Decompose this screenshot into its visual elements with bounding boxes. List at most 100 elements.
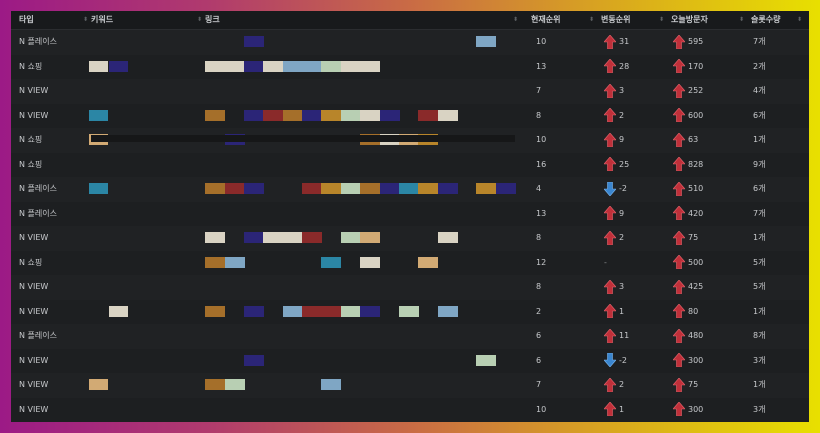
link-block[interactable] [205,379,225,390]
table-row[interactable]: N VIEW 2 1 80 1개 [11,299,809,325]
header-visitors[interactable]: 오늘방문자 ⬍ [671,11,747,29]
header-link-label: 링크 [205,15,220,24]
table-row[interactable]: N VIEW 8 3 425 5개 [11,275,809,301]
link-block[interactable] [438,109,458,121]
link-block[interactable] [496,183,516,194]
table-row[interactable]: N 쇼핑 12 - 500 5개 [11,250,809,276]
link-block[interactable] [380,109,400,121]
link-block[interactable] [244,109,264,121]
table-header: 타입 ⬍ 키워드 ⬍ 링크 ⬍ 현재순위 ⬍ 변동순위 ⬍ 오늘방문자 ⬍ 슬롯… [11,11,809,30]
table-row[interactable]: N 쇼핑 13 28 170 2개 [11,54,809,80]
link-block[interactable] [283,60,303,72]
link-block[interactable] [321,183,341,194]
link-block[interactable] [283,305,303,317]
link-block[interactable] [205,109,225,121]
link-block[interactable] [263,232,283,243]
table-row[interactable]: N VIEW 6 -2 300 3개 [11,348,809,374]
link-block[interactable] [205,183,225,194]
header-change[interactable]: 변동순위 ⬍ [601,11,667,29]
link-block[interactable] [244,183,264,194]
link-block[interactable] [205,60,225,72]
link-block[interactable] [283,109,303,121]
link-block[interactable] [438,232,458,243]
visitors-value: 80 [688,306,699,316]
link-block[interactable] [360,256,380,268]
link-block[interactable] [341,183,361,194]
link-block[interactable] [244,60,264,72]
link-block[interactable] [225,379,245,390]
arrow-up-icon [673,132,685,147]
table-row[interactable]: N VIEW 10 1 300 3개 [11,397,809,422]
table-row[interactable]: N VIEW 7 2 75 1개 [11,373,809,399]
link-block[interactable] [321,60,341,72]
link-block[interactable] [225,60,245,72]
table-row[interactable]: N 플레이스 13 9 420 7개 [11,201,809,227]
header-rank[interactable]: 현재순위 ⬍ [531,11,597,29]
link-block[interactable] [205,305,225,317]
change-cell: 1 [604,300,624,324]
type-cell: N 쇼핑 [19,257,43,267]
link-block[interactable] [263,109,283,121]
table-row[interactable]: N 플레이스 10 31 595 7개 [11,30,809,56]
link-block[interactable] [302,305,322,317]
sort-icon: ⬍ [658,16,664,23]
header-type[interactable]: 타입 ⬍ [19,11,91,29]
table-row[interactable]: N VIEW 8 2 75 1개 [11,226,809,252]
link-block[interactable] [225,256,245,268]
link-block[interactable] [360,60,380,72]
link-block[interactable] [244,232,264,243]
link-block[interactable] [205,256,225,268]
link-block[interactable] [341,305,361,317]
link-block[interactable] [302,232,322,243]
link-block[interactable] [341,109,361,121]
header-keyword[interactable]: 키워드 ⬍ [91,11,205,29]
link-block[interactable] [438,305,458,317]
link-block[interactable] [476,36,496,47]
change-value: 28 [619,61,630,71]
link-block[interactable] [263,60,283,72]
link-block[interactable] [244,354,264,366]
link-block[interactable] [283,232,303,243]
change-cell: 9 [604,128,624,152]
arrow-up-icon [673,402,685,416]
table-row[interactable]: N VIEW 7 3 252 4개 [11,79,809,105]
link-block[interactable] [341,232,361,243]
link-block[interactable] [399,305,419,317]
link-block[interactable] [321,305,341,317]
hover-strip [91,135,515,142]
header-slots[interactable]: 슬롯수량 ⬍ [751,11,805,29]
link-block[interactable] [302,109,322,121]
link-block[interactable] [321,109,341,121]
link-block[interactable] [418,183,438,194]
link-block[interactable] [341,60,361,72]
link-block[interactable] [205,232,225,243]
link-block[interactable] [360,232,380,243]
arrow-up-icon [673,304,685,318]
table-row[interactable]: N VIEW 8 2 600 6개 [11,103,809,129]
link-block[interactable] [418,109,438,121]
link-block[interactable] [302,183,322,194]
link-block[interactable] [360,305,380,317]
link-block[interactable] [476,183,496,194]
link-block[interactable] [476,354,496,366]
change-value: 31 [619,37,630,46]
table-row[interactable]: N 플레이스 6 11 480 8개 [11,324,809,350]
link-block[interactable] [225,183,245,194]
link-block[interactable] [360,109,380,121]
link-block[interactable] [244,36,264,47]
link-block[interactable] [244,305,264,317]
header-link[interactable]: 링크 ⬍ [205,11,521,29]
table-row[interactable]: N 플레이스 4 -2 510 6개 [11,177,809,203]
visitors-cell: 75 [673,226,698,250]
link-block[interactable] [360,183,380,194]
link-block[interactable] [418,256,438,268]
table-row[interactable]: N 쇼핑 16 25 828 9개 [11,152,809,178]
link-block[interactable] [399,183,419,194]
link-block[interactable] [321,379,341,390]
link-block[interactable] [302,60,322,72]
link-block[interactable] [380,183,400,194]
link-block[interactable] [438,183,458,194]
slots-cell: 6개 [753,110,766,120]
visitors-cell: 75 [673,373,698,397]
link-block[interactable] [321,256,341,268]
